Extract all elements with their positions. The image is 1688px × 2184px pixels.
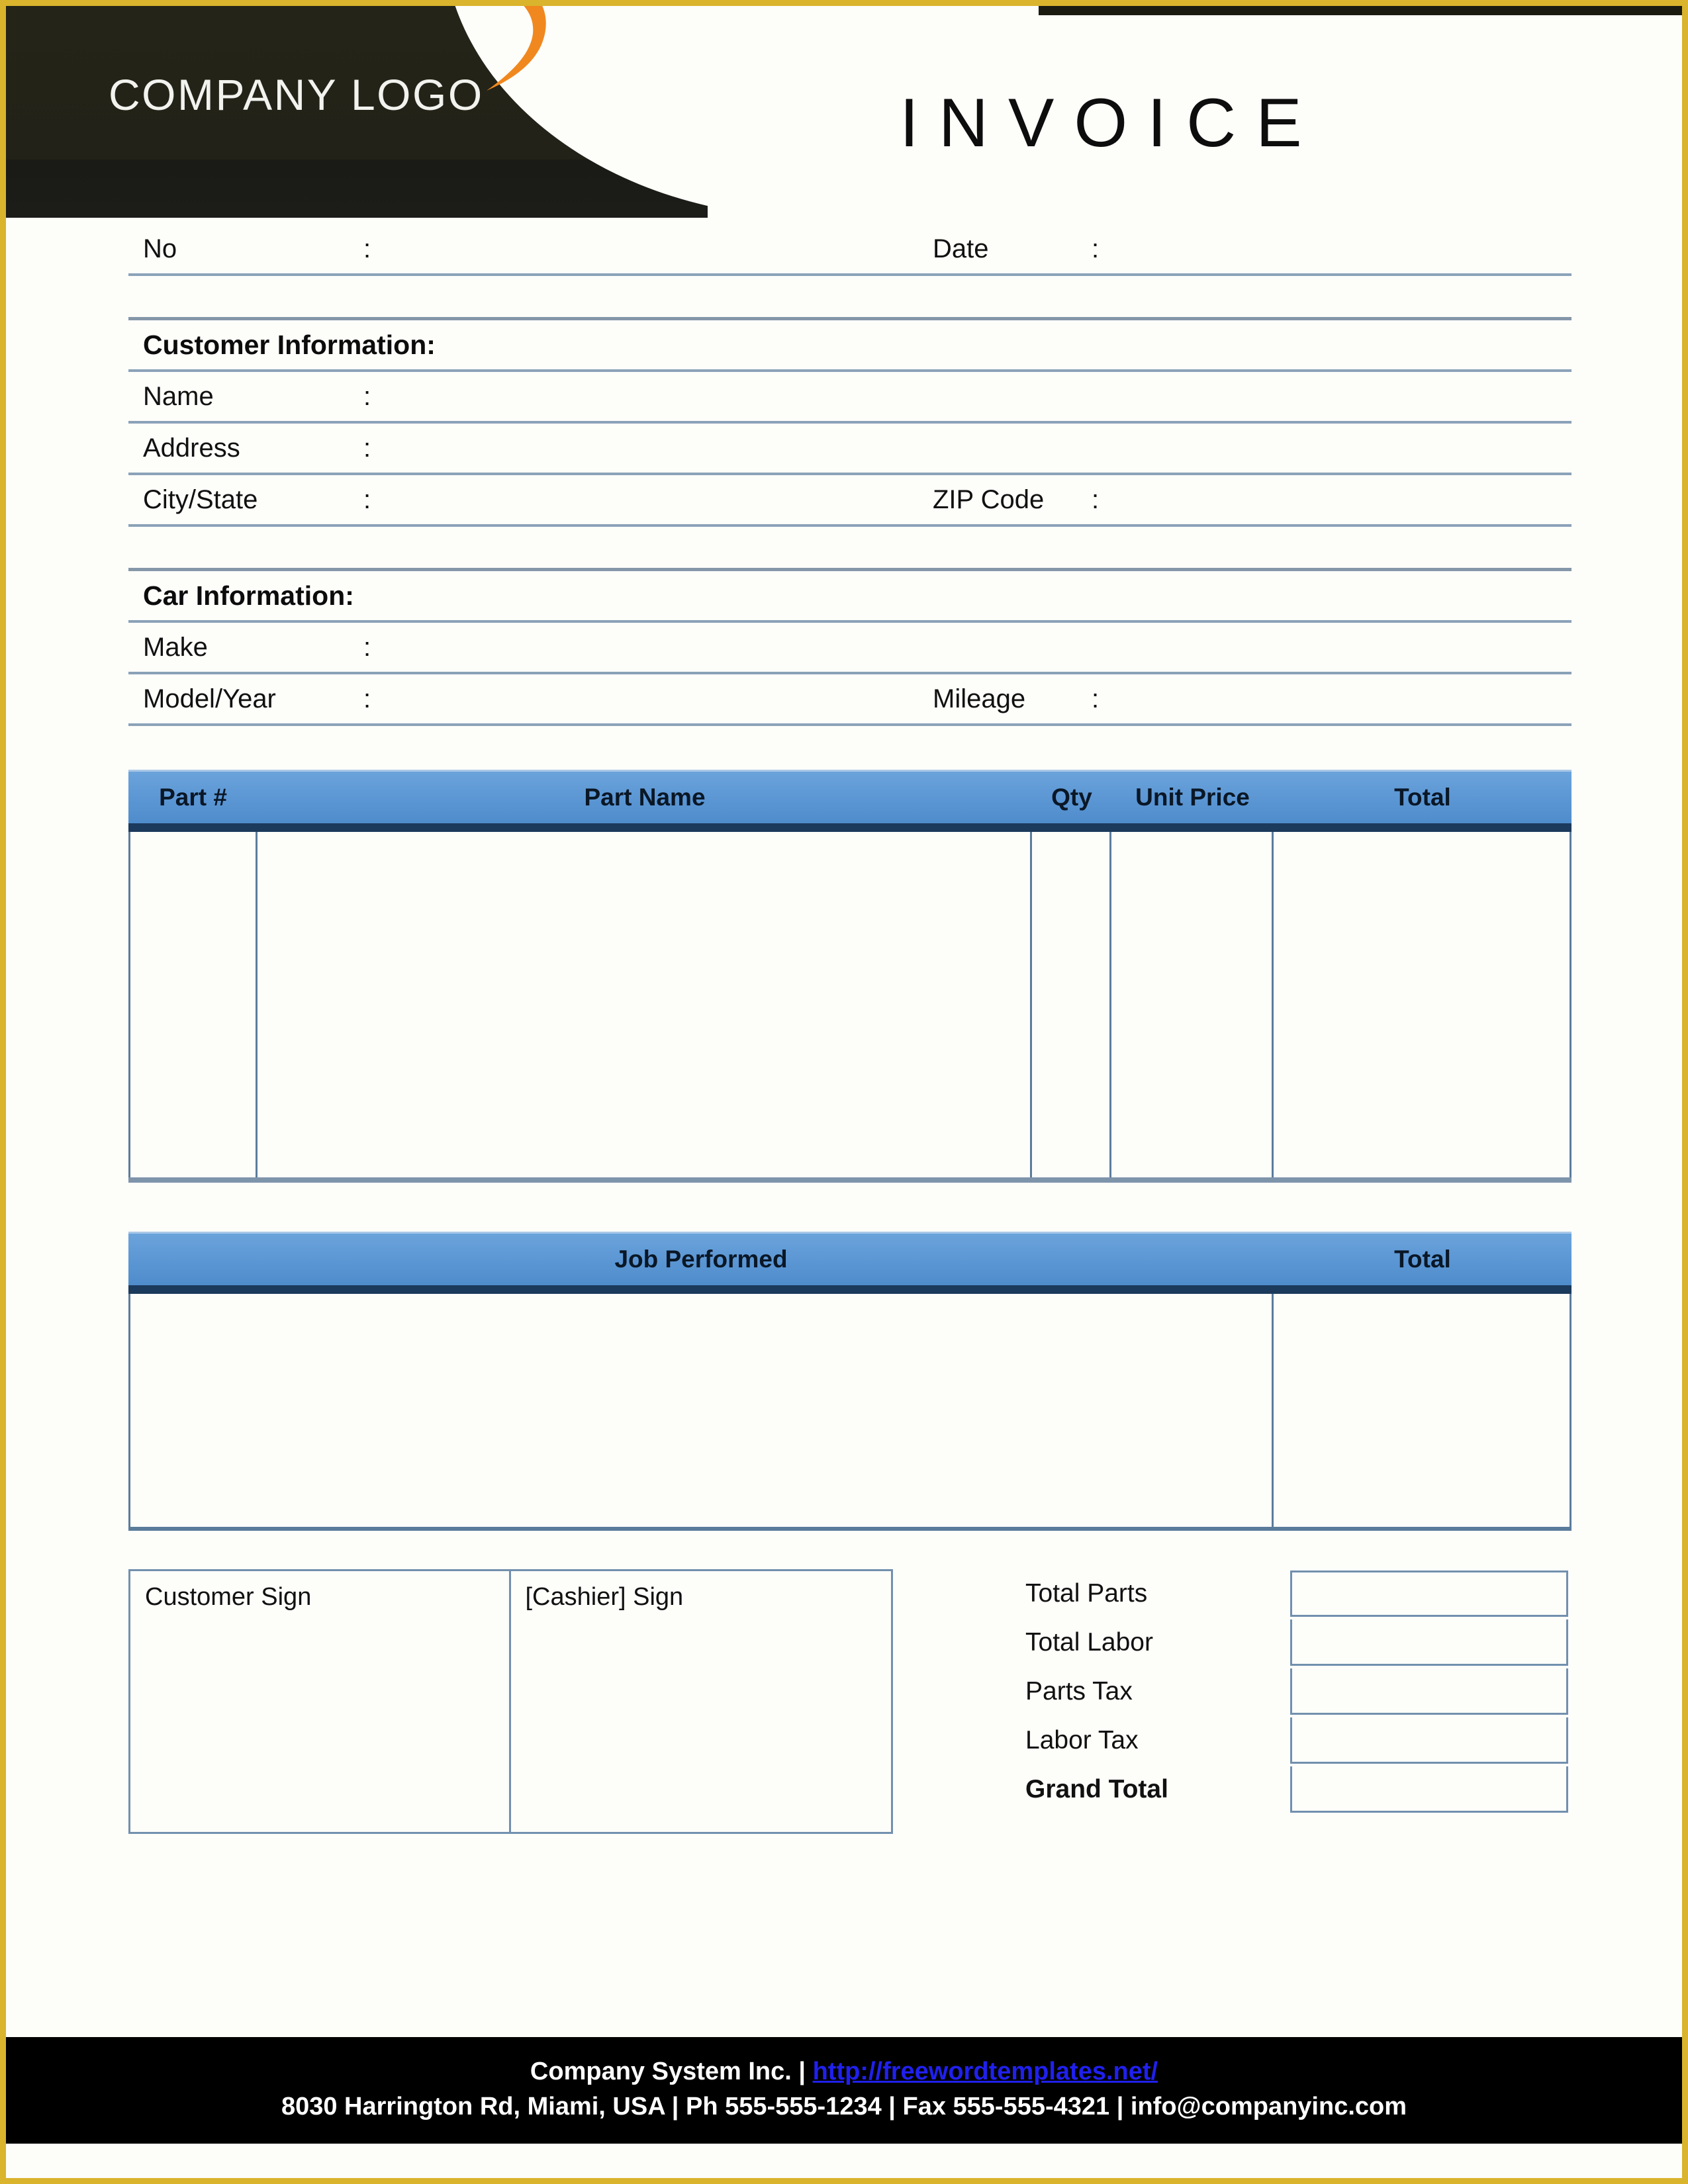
- city-state-label: City/State: [143, 484, 258, 514]
- mileage-label: Mileage: [933, 684, 1026, 713]
- parts-tax-value[interactable]: [1290, 1668, 1568, 1715]
- customer-car-spacer: [128, 527, 1571, 571]
- make-colon: :: [363, 632, 371, 662]
- totals-row-total-labor: Total Labor: [1025, 1618, 1568, 1667]
- grand-total-value[interactable]: [1290, 1766, 1568, 1813]
- customer-section-heading: Customer Information:: [143, 329, 436, 360]
- signatures-and-totals: Customer Sign [Cashier] Sign Total Parts…: [128, 1569, 1571, 1834]
- row-customer-city-zip: City/State : ZIP Code :: [128, 475, 1571, 527]
- address-colon: :: [363, 433, 371, 463]
- zip-code-label: ZIP Code: [933, 484, 1045, 514]
- page-footer: Company System Inc. | http://freewordtem…: [6, 2037, 1682, 2144]
- company-logo: COMPANY LOGO: [109, 69, 484, 120]
- car-section-heading-row: Car Information:: [128, 571, 1571, 623]
- labor-tax-label: Labor Tax: [1025, 1726, 1139, 1754]
- total-parts-label: Total Parts: [1025, 1579, 1148, 1608]
- parts-table-header-row: Part # Part Name Qty Unit Price Total: [128, 770, 1571, 832]
- date-label: Date: [933, 234, 989, 263]
- row-no-date: No : Date :: [128, 224, 1571, 276]
- invoice-page: COMPANY LOGO INVOICE No : Date : Custome…: [0, 0, 1688, 2184]
- header-band: COMPANY LOGO: [6, 6, 1039, 218]
- cashier-sign-label: [Cashier] Sign: [525, 1583, 684, 1611]
- parts-cell-total[interactable]: [1274, 832, 1571, 1177]
- job-col-header-job-performed: Job Performed: [614, 1246, 788, 1273]
- parts-table: Part # Part Name Qty Unit Price Total: [128, 770, 1571, 1183]
- company-logo-text: COMPANY LOGO: [109, 70, 484, 119]
- address-label: Address: [143, 433, 240, 463]
- footer-address-line: 8030 Harrington Rd, Miami, USA | Ph 555-…: [281, 2092, 1407, 2120]
- job-table-body: [128, 1294, 1571, 1531]
- footer-company-name: Company System Inc. |: [530, 2058, 806, 2086]
- row-car-model-mileage: Model/Year : Mileage :: [128, 674, 1571, 726]
- page-title: INVOICE: [900, 85, 1322, 161]
- parts-cell-qty[interactable]: [1032, 832, 1111, 1177]
- no-label: No: [143, 234, 177, 263]
- car-section-heading: Car Information:: [143, 580, 354, 611]
- customer-signature-cell[interactable]: Customer Sign: [130, 1571, 511, 1832]
- customer-sign-label: Customer Sign: [145, 1583, 312, 1611]
- footer-company-line: Company System Inc. | http://freewordtem…: [6, 2054, 1682, 2089]
- parts-cell-part-number[interactable]: [128, 832, 258, 1177]
- parts-col-header-part-name: Part Name: [584, 784, 706, 811]
- totals-row-labor-tax: Labor Tax: [1025, 1716, 1568, 1765]
- parts-table-body: [128, 832, 1571, 1183]
- model-year-label: Model/Year: [143, 684, 276, 713]
- parts-tax-label: Parts Tax: [1025, 1677, 1133, 1706]
- meta-block: No : Date : Customer Information: Name :…: [128, 224, 1571, 726]
- job-cell-total[interactable]: [1274, 1294, 1571, 1527]
- mileage-colon: :: [1092, 684, 1100, 713]
- city-state-colon: :: [363, 484, 371, 514]
- model-year-colon: :: [363, 684, 371, 713]
- footer-website-link[interactable]: http://freewordtemplates.net/: [813, 2058, 1158, 2085]
- row-customer-address: Address :: [128, 424, 1571, 475]
- date-colon: :: [1092, 234, 1100, 263]
- parts-cell-unit-price[interactable]: [1111, 832, 1274, 1177]
- parts-col-header-unit-price: Unit Price: [1135, 784, 1250, 811]
- job-col-header-total: Total: [1394, 1246, 1451, 1273]
- make-label: Make: [143, 632, 208, 662]
- grand-total-label: Grand Total: [1025, 1775, 1168, 1803]
- totals-row-parts-tax: Parts Tax: [1025, 1667, 1568, 1716]
- job-table-header-row: Job Performed Total: [128, 1232, 1571, 1294]
- signature-box: Customer Sign [Cashier] Sign: [128, 1569, 893, 1834]
- customer-section-heading-row: Customer Information:: [128, 320, 1571, 372]
- name-label: Name: [143, 381, 214, 411]
- parts-col-header-qty: Qty: [1051, 784, 1092, 811]
- parts-col-header-total: Total: [1394, 784, 1451, 811]
- invoice-body: No : Date : Customer Information: Name :…: [6, 224, 1682, 1834]
- labor-tax-value[interactable]: [1290, 1717, 1568, 1764]
- total-labor-value[interactable]: [1290, 1619, 1568, 1666]
- logo-swoosh-icon: [487, 6, 546, 91]
- job-cell-description[interactable]: [128, 1294, 1274, 1527]
- cashier-signature-cell[interactable]: [Cashier] Sign: [511, 1571, 892, 1832]
- parts-cell-part-name[interactable]: [258, 832, 1032, 1177]
- no-colon: :: [363, 234, 371, 263]
- totals-row-total-parts: Total Parts: [1025, 1569, 1568, 1618]
- totals-row-grand-total: Grand Total: [1025, 1765, 1568, 1814]
- row-customer-name: Name :: [128, 372, 1571, 424]
- total-parts-value[interactable]: [1290, 1570, 1568, 1617]
- parts-col-header-part-number: Part #: [159, 784, 227, 811]
- job-performed-table: Job Performed Total: [128, 1232, 1571, 1531]
- zip-code-colon: :: [1092, 484, 1100, 514]
- name-colon: :: [363, 381, 371, 411]
- totals-panel: Total Parts Total Labor Parts Tax Labor …: [1025, 1569, 1568, 1814]
- row-car-make: Make :: [128, 623, 1571, 674]
- total-labor-label: Total Labor: [1025, 1628, 1153, 1657]
- meta-spacer: [128, 276, 1571, 320]
